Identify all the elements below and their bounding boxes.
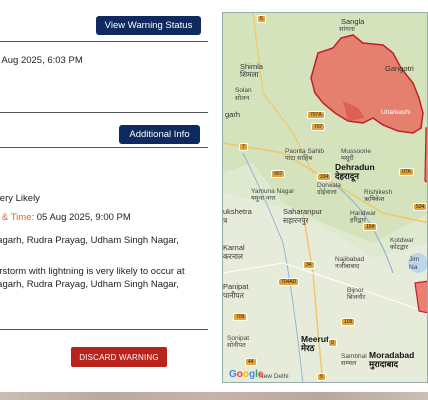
- place-dorwala-hi: दोईवाला: [317, 189, 337, 196]
- highway-shield: 109: [341, 318, 356, 326]
- place-dehradun: Dehradun: [335, 162, 375, 172]
- place-sambhal-hi: सम्भल: [341, 360, 357, 367]
- place-bijnor-hi: बिजनौर: [347, 294, 366, 301]
- place-solan-hi: सोलन: [235, 95, 250, 102]
- place-moradabad-hi: मुरादाबाद: [369, 359, 399, 369]
- highway-shield: 154: [363, 223, 378, 231]
- highway-shield: 707: [311, 123, 326, 131]
- place-dehradun-hi: देहरादून: [335, 171, 359, 181]
- place-meerut: Meerut: [301, 334, 329, 344]
- place-jim-o: Na: [409, 264, 418, 271]
- place-gangotri: Gangotri: [385, 64, 414, 73]
- highway-shield: 704AD: [278, 278, 300, 286]
- highway-shield: 334: [317, 173, 332, 181]
- place-meerut-hi: मेरठ: [301, 343, 315, 353]
- place-sonipat-hi: सोनीपत: [227, 342, 246, 349]
- google-logo: Google: [229, 369, 264, 380]
- place-solan: Solan: [235, 87, 252, 94]
- status-section: View Warning Status: [0, 0, 208, 42]
- highway-shield: 709: [233, 313, 248, 321]
- place-najibabad-hi: नजीबाबाद: [335, 263, 360, 270]
- place-karnal: Karnal: [223, 243, 245, 252]
- place-garh: garh: [225, 110, 241, 119]
- place-paonta-hi: पांटा साहिब: [285, 155, 313, 162]
- highway-shield: 34: [303, 261, 315, 269]
- likelihood-value: Very Likely: [0, 193, 40, 204]
- highway-shield: 9: [317, 373, 326, 381]
- warning-message-line-2: ragarh, Rudra Prayag, Udham Singh Nagar,: [0, 279, 179, 290]
- warning-message-line-1: erstorm with lightning is very likely to…: [0, 266, 185, 277]
- valid-time-label: e & Time:: [0, 212, 35, 223]
- additional-info-section: Additional Info: [0, 112, 208, 148]
- place-karnal-hi: करनाल: [223, 252, 244, 261]
- highway-shield: 5: [257, 15, 266, 23]
- highway-shield: 7: [239, 143, 248, 151]
- highway-shield: 534: [413, 203, 427, 211]
- place-kurukshetra: ukshetra: [223, 207, 252, 216]
- place-jim: Jim: [409, 256, 420, 263]
- highway-shield: 07A: [399, 168, 414, 176]
- place-saharanpur: Saharanpur: [283, 207, 323, 216]
- place-uttarkashi: Uttarkashi: [381, 109, 411, 116]
- issued-timestamp: 5 Aug 2025, 6:03 PM: [0, 55, 83, 66]
- valid-time-value: 05 Aug 2025, 9:00 PM: [36, 212, 131, 223]
- place-moradabad: Moradabad: [369, 350, 415, 360]
- highway-shield: 707A: [307, 111, 325, 119]
- place-saharanpur-hi: सहारनपुर: [283, 216, 309, 225]
- warning-map[interactable]: Sangla सांगला Shimla शिमला Solan सोलन ga…: [222, 12, 428, 383]
- bottom-map-strip: [0, 392, 428, 400]
- districts-line: ragarh, Rudra Prayag, Udham Singh Nagar,: [0, 235, 179, 246]
- place-kotdwar-hi: कोटद्वार: [390, 244, 409, 251]
- place-shimla-hi: शिमला: [240, 70, 259, 79]
- discard-warning-button[interactable]: DISCARD WARNING: [71, 347, 167, 367]
- place-sangla: Sangla: [341, 17, 365, 26]
- highway-shield: 44: [245, 358, 257, 366]
- valid-time-row: e & Time: 05 Aug 2025, 9:00 PM: [0, 212, 131, 223]
- place-sangla-hi: सांगला: [339, 26, 355, 33]
- place-kurukshetra-hi: त्र: [223, 216, 228, 225]
- highway-shield: 907: [271, 170, 286, 178]
- place-panipat: Panipat: [223, 282, 249, 291]
- highway-shield: 9: [328, 339, 337, 347]
- place-panipat-hi: पानीपत: [223, 291, 244, 300]
- view-warning-status-button[interactable]: View Warning Status: [96, 16, 201, 35]
- message-divider: [0, 300, 208, 330]
- place-yamuna-hi: यमुना नगर: [251, 195, 276, 202]
- warning-detail-panel: View Warning Status 5 Aug 2025, 6:03 PM …: [0, 0, 208, 392]
- place-rishikesh-hi: ऋषिकेश: [364, 196, 385, 203]
- additional-info-button[interactable]: Additional Info: [119, 125, 200, 144]
